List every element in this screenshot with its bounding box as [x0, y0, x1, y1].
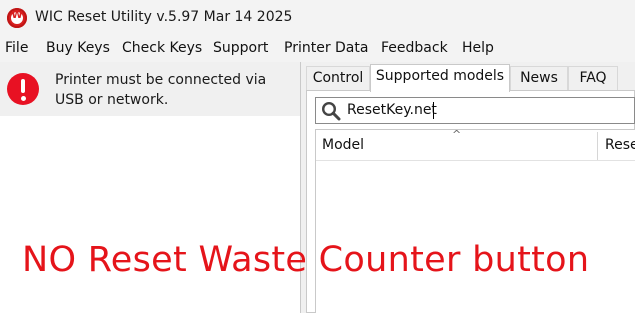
status-message-box: Printer must be connected via USB or net… — [0, 62, 300, 116]
error-icon — [7, 73, 39, 105]
tab-control[interactable]: Control — [306, 66, 370, 90]
menu-buy-keys[interactable]: Buy Keys — [46, 40, 110, 56]
title-bar: W WIC Reset Utility v.5.97 Mar 14 2025 — [0, 0, 635, 36]
window-title: WIC Reset Utility v.5.97 Mar 14 2025 — [35, 9, 293, 25]
menu-file[interactable]: File — [5, 40, 28, 56]
table-header: ^ Model Rese — [316, 128, 635, 161]
search-input[interactable]: ResetKey.net — [347, 98, 627, 123]
tab-news[interactable]: News — [510, 66, 568, 90]
tab-supported-models[interactable]: Supported models — [370, 64, 510, 92]
column-header-reset[interactable]: Rese — [605, 137, 635, 153]
annotation-overlay: NO Reset Waste Counter button — [22, 240, 590, 280]
search-icon — [321, 101, 341, 121]
menu-printer-data[interactable]: Printer Data — [284, 40, 368, 56]
menu-check-keys[interactable]: Check Keys — [122, 40, 202, 56]
tab-strip: Control Supported models News FAQ — [306, 64, 635, 92]
logo-letter: W — [11, 10, 23, 21]
column-divider[interactable] — [597, 132, 598, 160]
sort-indicator-icon: ^ — [452, 128, 462, 141]
search-box[interactable]: ResetKey.net — [315, 97, 635, 124]
text-caret — [433, 102, 434, 119]
wic-logo-icon: W — [7, 8, 27, 28]
tab-faq[interactable]: FAQ — [568, 66, 618, 90]
menu-support[interactable]: Support — [213, 40, 268, 56]
menu-help[interactable]: Help — [462, 40, 494, 56]
menu-feedback[interactable]: Feedback — [381, 40, 448, 56]
models-table: ^ Model Rese — [315, 128, 635, 313]
menu-bar: File Buy Keys Check Keys Support Printer… — [0, 36, 635, 62]
column-header-model[interactable]: Model — [322, 137, 364, 153]
status-message: Printer must be connected via USB or net… — [55, 72, 267, 108]
